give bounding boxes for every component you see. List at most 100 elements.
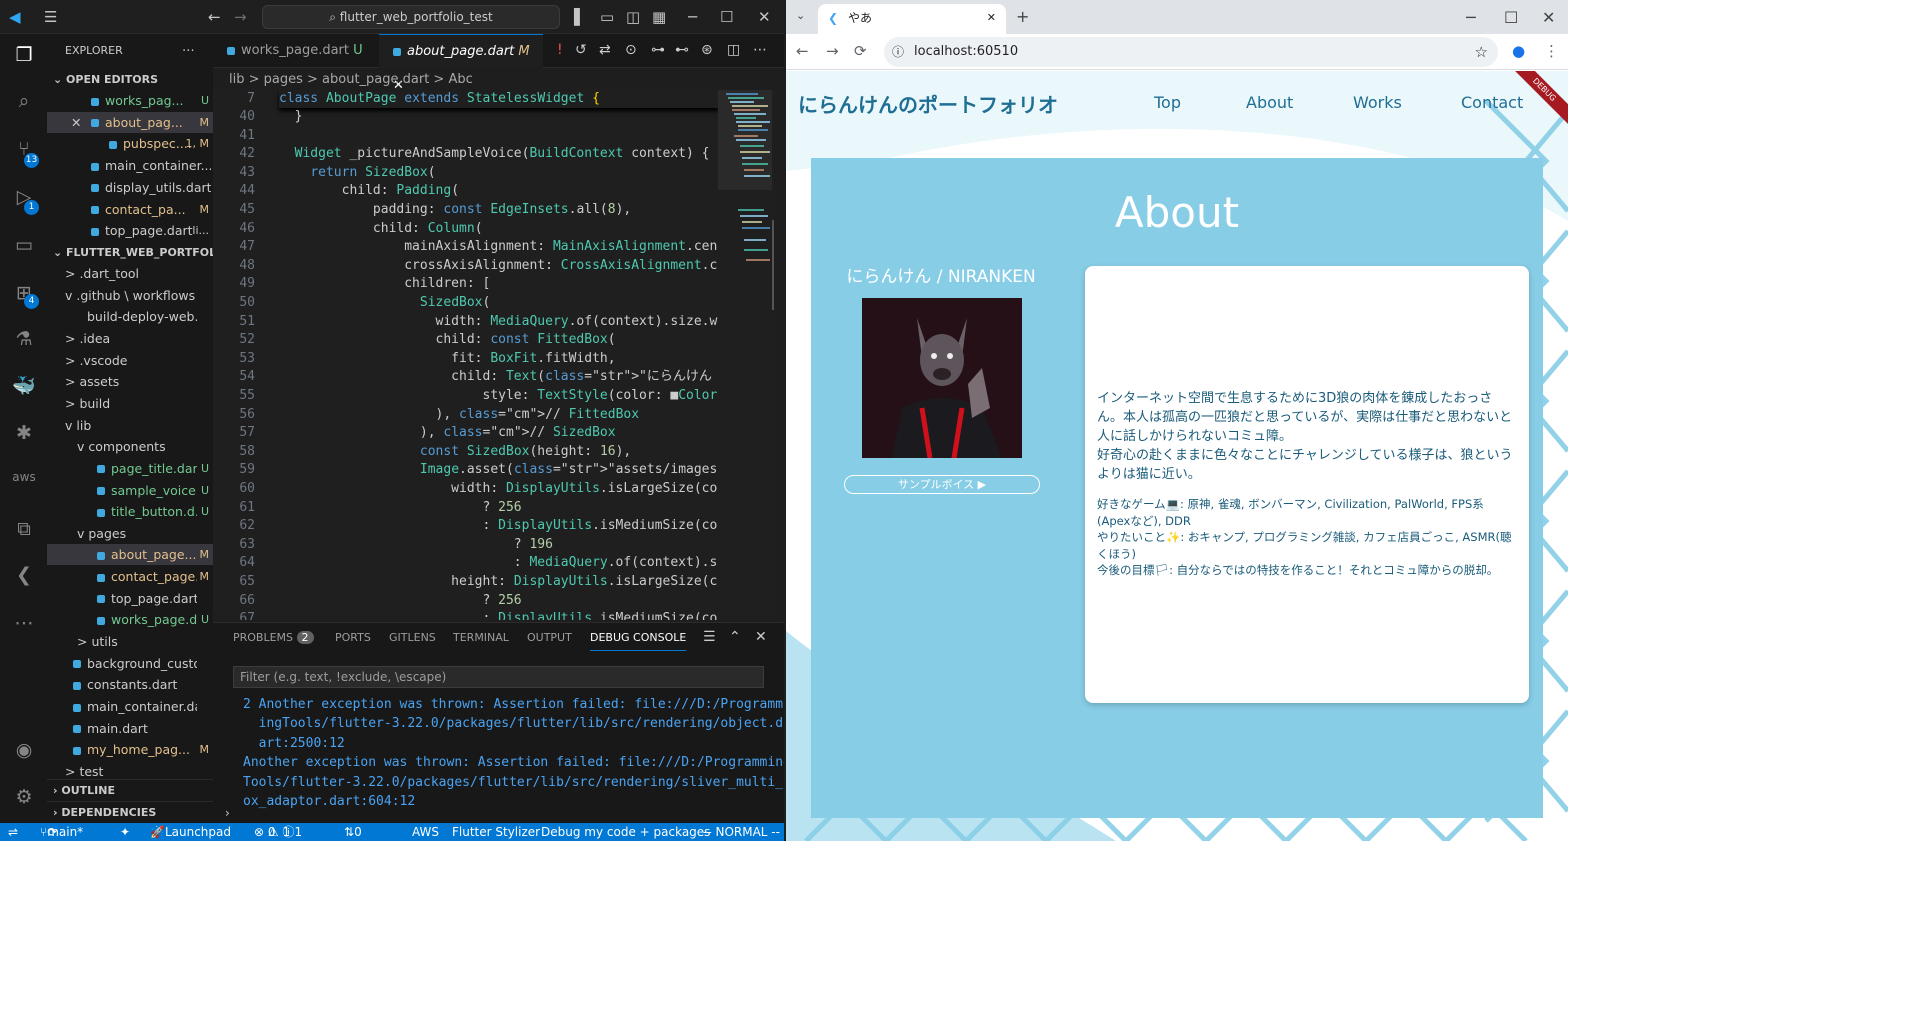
maximize-panel-icon[interactable]: ⌃ [729, 629, 741, 645]
aws-item[interactable]: AWS [412, 823, 439, 841]
browser-tab[interactable]: ❮ やあ ✕ [818, 4, 1006, 34]
open-editor-item[interactable]: main_container.... [47, 155, 213, 176]
search-icon[interactable]: ⌕ [11, 90, 37, 112]
open-editor-item[interactable]: display_utils.dart... [47, 177, 213, 198]
open-editor-item[interactable]: contact_pa... M [47, 199, 213, 220]
breadcrumb[interactable]: lib > pages > about_page.dart > Abc [229, 70, 473, 90]
flutter-outline-icon[interactable]: ⊶ [651, 42, 665, 58]
tree-item[interactable]: > .vscode [47, 350, 213, 371]
reload-icon[interactable]: ⟳ [854, 42, 867, 60]
tree-item[interactable]: v lib [47, 415, 213, 436]
explorer-icon[interactable]: ❐ [11, 44, 37, 66]
flutter-inspector-icon[interactable]: ⊷ [675, 42, 689, 58]
toggle-secondary-sidebar-icon[interactable]: ◫ [626, 8, 640, 26]
tab-works-page[interactable]: works_page.dart U [213, 34, 379, 68]
tree-item[interactable]: v pages [47, 523, 213, 544]
toggle-panel-icon[interactable]: ▭ [600, 8, 614, 26]
tab-gitlens[interactable]: GITLENS [389, 631, 436, 644]
back-arrow-icon[interactable]: ← [208, 8, 221, 26]
remote-icon[interactable]: ⇌ [8, 823, 18, 841]
minimize-icon[interactable]: ─ [1466, 8, 1476, 27]
sample-voice-button[interactable]: サンプルボイス ▶ [844, 475, 1040, 494]
forward-icon[interactable]: → [826, 42, 839, 60]
split-editor-icon[interactable]: ◫ [727, 42, 740, 58]
project-section[interactable]: ⌄ FLUTTER_WEB_PORTFOLIO... [47, 242, 213, 263]
tab-search-icon[interactable]: ⌄ [796, 9, 805, 22]
tree-item[interactable]: build-deploy-web.yml [47, 306, 213, 327]
maximize-icon[interactable]: ☐ [720, 8, 733, 26]
launchpad-item[interactable]: 🚀 Launchpad [150, 823, 231, 841]
tree-item[interactable]: background_custom... [47, 653, 213, 674]
go-back-icon[interactable]: ⊙ [625, 42, 637, 58]
settings-gear-icon[interactable]: ⚙ [11, 786, 37, 808]
tab-terminal[interactable]: TERMINAL [453, 631, 509, 644]
problems-alert-icon[interactable]: ! [557, 42, 563, 58]
more-actions-icon[interactable]: ⋯ [753, 42, 767, 58]
profile-icon[interactable]: ● [1512, 42, 1525, 60]
tree-item[interactable]: about_page.... M [47, 544, 213, 566]
nav-about[interactable]: About [1246, 93, 1293, 112]
tree-item[interactable]: works_page.d...U [47, 609, 213, 630]
timeline-icon[interactable]: ↺ [575, 42, 587, 58]
nav-contact[interactable]: Contact [1461, 93, 1523, 112]
close-editor-icon[interactable]: ✕ [71, 112, 81, 133]
console-prompt-icon[interactable]: › [225, 806, 230, 820]
problems-item[interactable]: ⊗ 0 ⚠ 1 ⓘ 1 [254, 823, 302, 841]
tree-item[interactable]: main_container.dart [47, 696, 213, 717]
more-icon[interactable]: ⋯ [11, 612, 37, 634]
customize-layout-icon[interactable]: ▦ [652, 8, 666, 26]
tree-item[interactable]: > utils [47, 631, 213, 652]
gitlens-icon[interactable]: ✦ [120, 823, 130, 841]
site-info-icon[interactable]: ⓘ [892, 37, 904, 67]
chrome-menu-icon[interactable]: ⋮ [1544, 42, 1559, 60]
new-tab-icon[interactable]: + [1016, 7, 1029, 26]
tree-item[interactable]: > assets [47, 371, 213, 392]
minimap[interactable] [718, 90, 774, 620]
debug-mode-item[interactable]: Debug my code + packages [541, 823, 710, 841]
flutter-icon[interactable]: ❮ [11, 564, 37, 586]
aws-icon[interactable]: aws [11, 470, 37, 484]
close-icon[interactable]: ✕ [758, 8, 771, 26]
tree-item[interactable]: > build [47, 393, 213, 414]
tab-output[interactable]: OUTPUT [527, 631, 572, 644]
minimize-icon[interactable]: ─ [688, 8, 697, 26]
forward-arrow-icon[interactable]: → [234, 8, 247, 26]
address-bar[interactable]: ⓘ localhost:60510 ☆ [884, 37, 1498, 67]
command-center-search[interactable]: ⌕ flutter_web_portfolio_test [262, 5, 560, 29]
tree-item[interactable]: contact_page...M [47, 566, 213, 587]
tree-item[interactable]: title_button.d...U [47, 501, 213, 522]
tree-item[interactable]: page_title.dart U [47, 458, 213, 479]
tree-item[interactable]: > .idea [47, 328, 213, 349]
tab-close-icon[interactable]: ✕ [987, 4, 996, 32]
docker-icon[interactable]: 🐳 [11, 374, 37, 397]
close-panel-icon[interactable]: ✕ [755, 629, 767, 645]
dart-devtools-icon[interactable]: ⊛ [701, 42, 713, 58]
tree-item[interactable]: my_home_pag... M [47, 739, 213, 760]
tree-item[interactable]: v components [47, 436, 213, 457]
console-filter-input[interactable]: Filter (e.g. text, !exclude, \escape) [233, 666, 764, 688]
bug-icon[interactable]: ✱ [11, 422, 37, 444]
outline-section[interactable]: › OUTLINE [47, 779, 213, 800]
tree-item[interactable]: main.dart [47, 718, 213, 739]
remote-explorer-icon[interactable]: ▭ [11, 234, 37, 256]
toggle-sidebar-icon[interactable]: ▌ [574, 8, 586, 26]
back-icon[interactable]: ← [796, 42, 809, 60]
bookmark-star-icon[interactable]: ☆ [1475, 37, 1488, 67]
site-logo[interactable]: にらんけんのポートフォリオ [798, 89, 1058, 118]
open-editors-section[interactable]: ⌄ OPEN EDITORS [47, 69, 213, 90]
open-editor-item[interactable]: pubspec.... 1, M [47, 133, 213, 154]
dependencies-section[interactable]: › DEPENDENCIES [47, 801, 213, 822]
tab-debug-console[interactable]: DEBUG CONSOLE [590, 631, 687, 651]
testing-icon[interactable]: ⚗ [11, 328, 37, 350]
tree-item[interactable]: > .dart_tool [47, 263, 213, 284]
vim-mode-item[interactable]: -- NORMAL -- [703, 823, 780, 841]
nav-works[interactable]: Works [1353, 93, 1402, 112]
menu-icon[interactable]: ☰ [44, 8, 57, 26]
flutter-stylizer-item[interactable]: Flutter Stylizer [452, 823, 540, 841]
branch-item[interactable]: ⑂ main* ⟳ [40, 823, 83, 841]
ports-item[interactable]: ⇅ 0 [344, 823, 362, 841]
filter-list-icon[interactable]: ☰ [703, 629, 716, 645]
tab-problems[interactable]: PROBLEMS 2 [233, 631, 314, 644]
tab-ports[interactable]: PORTS [335, 631, 371, 644]
open-editor-item[interactable]: works_pag... U [47, 90, 213, 111]
